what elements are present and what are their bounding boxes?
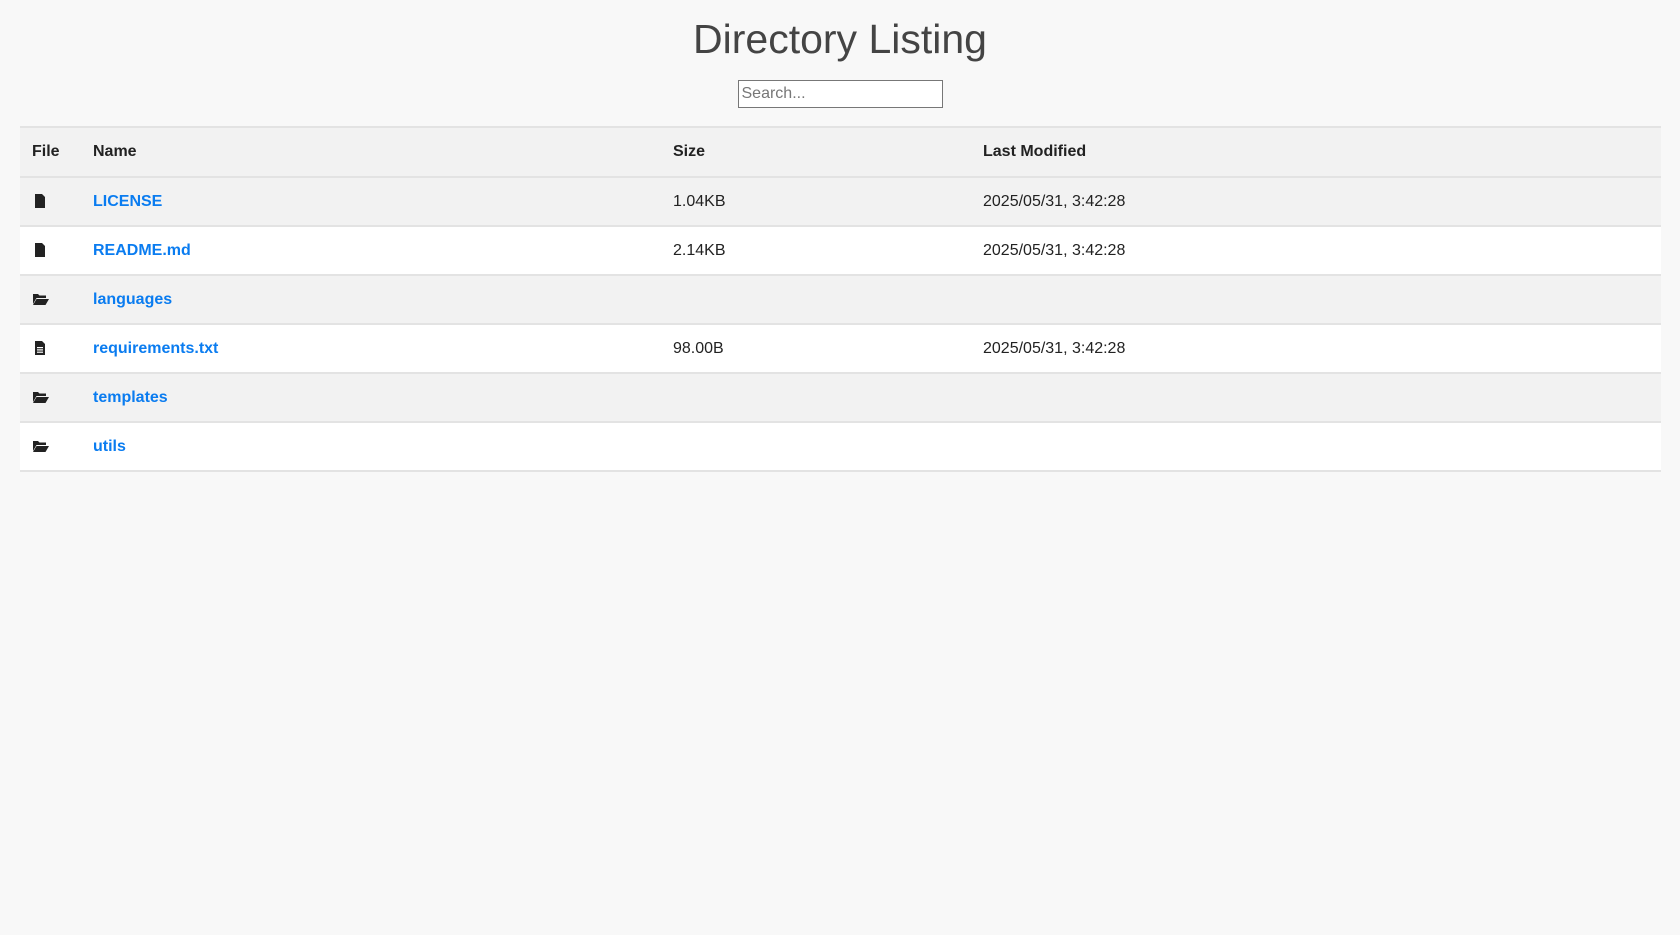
- modified-cell: 2025/05/31, 3:42:28: [983, 177, 1661, 227]
- file-icon: [32, 242, 48, 258]
- entry-link[interactable]: requirements.txt: [93, 340, 218, 357]
- modified-cell: [983, 422, 1661, 472]
- type-cell: [20, 177, 93, 227]
- type-cell: [20, 324, 93, 374]
- size-cell: [673, 275, 983, 325]
- table-row: LICENSE 1.04KB 2025/05/31, 3:42:28: [20, 177, 1661, 227]
- size-cell: 2.14KB: [673, 226, 983, 276]
- name-cell: requirements.txt: [93, 324, 673, 374]
- table-row: README.md 2.14KB 2025/05/31, 3:42:28: [20, 226, 1661, 276]
- size-cell: [673, 422, 983, 472]
- type-cell: [20, 373, 93, 423]
- file-text-icon: [32, 340, 48, 356]
- name-cell: languages: [93, 275, 673, 325]
- size-cell: [673, 373, 983, 423]
- modified-cell: 2025/05/31, 3:42:28: [983, 226, 1661, 276]
- size-cell: 1.04KB: [673, 177, 983, 227]
- folder-open-icon: [32, 291, 49, 307]
- column-last-modified: Last Modified: [983, 126, 1661, 178]
- name-cell: LICENSE: [93, 177, 673, 227]
- modified-cell: [983, 373, 1661, 423]
- file-icon: [32, 193, 48, 209]
- table-header: File Name Size Last Modified: [20, 126, 1661, 178]
- entry-link[interactable]: LICENSE: [93, 193, 162, 210]
- entry-link[interactable]: utils: [93, 438, 126, 455]
- page-title: Directory Listing: [693, 16, 987, 62]
- table-row: utils: [20, 422, 1661, 472]
- modified-cell: 2025/05/31, 3:42:28: [983, 324, 1661, 374]
- table-row: languages: [20, 275, 1661, 325]
- entry-link[interactable]: templates: [93, 389, 168, 406]
- folder-open-icon: [32, 438, 49, 454]
- column-file: File: [20, 126, 93, 178]
- name-cell: README.md: [93, 226, 673, 276]
- table-row: templates: [20, 373, 1661, 423]
- type-cell: [20, 275, 93, 325]
- column-name: Name: [93, 126, 673, 178]
- search-container: [0, 80, 1680, 108]
- directory-table: File Name Size Last Modified LICENSE 1.04…: [20, 126, 1661, 472]
- folder-open-icon: [32, 389, 49, 405]
- table-row: requirements.txt 98.00B 2025/05/31, 3:42:2…: [20, 324, 1661, 374]
- size-cell: 98.00B: [673, 324, 983, 374]
- name-cell: templates: [93, 373, 673, 423]
- column-size: Size: [673, 126, 983, 178]
- type-cell: [20, 422, 93, 472]
- entry-link[interactable]: languages: [93, 291, 172, 308]
- entry-link[interactable]: README.md: [93, 242, 191, 259]
- type-cell: [20, 226, 93, 276]
- search-input[interactable]: [737, 80, 943, 108]
- modified-cell: [983, 275, 1661, 325]
- name-cell: utils: [93, 422, 673, 472]
